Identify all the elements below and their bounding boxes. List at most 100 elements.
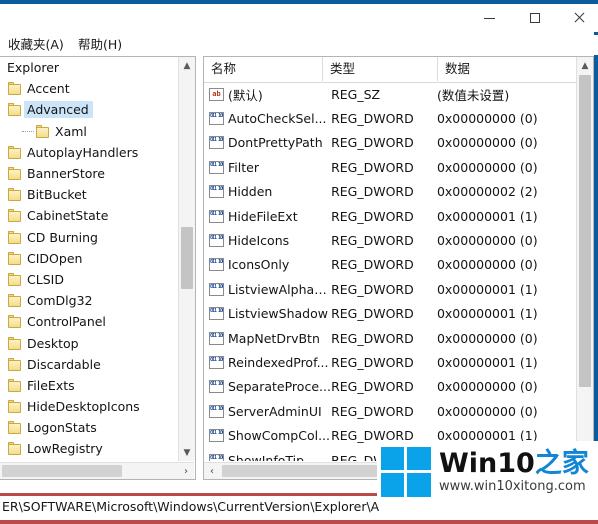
tree-item-cidopen[interactable]: CIDOpen [0,248,178,269]
value-row[interactable]: ab (默认) REG_SZ (数值未设置) [204,82,575,106]
tree-item-label: Discardable [27,356,101,372]
tree-item-lowregistry[interactable]: LowRegistry [0,438,178,459]
menu-item-favorites[interactable]: 收藏夹(A) [8,35,64,55]
value-name: Filter [228,159,259,175]
value-data: (数值未设置) [436,87,510,103]
values-scrollbar-thumb[interactable] [579,75,591,387]
value-data: 0x00000000 (0) [436,111,538,127]
tree-item-fileexts[interactable]: FileExts [0,375,178,396]
column-header-type[interactable]: 类型 [323,57,438,81]
tree-item-menuorder[interactable]: MenuOrder [0,460,178,461]
close-button[interactable] [556,4,598,32]
value-data: 0x00000001 (1) [436,354,538,370]
value-row[interactable]: 011 100 Hidden REG_DWORD 0x00000002 (2) [204,180,575,204]
tree-item-label: LogonStats [27,420,97,436]
maximize-icon [530,13,540,23]
value-row[interactable]: 011 100 HideIcons REG_DWORD 0x00000000 (0) [204,228,575,252]
folder-icon [8,400,22,414]
value-type: REG_DWORD [331,306,414,322]
value-row[interactable]: 011 100 ListviewShadow REG_DWORD 0x00000001… [204,302,575,326]
values-scroll-up-button[interactable]: ▲ [577,57,593,74]
tree-item-accent[interactable]: Accent [0,78,178,99]
value-row[interactable]: 011 100 IconsOnly REG_DWORD 0x00000000 (0) [204,253,575,277]
value-row[interactable]: 011 100 ListviewAlphaS... REG_DWORD 0x00000… [204,277,575,301]
tree-item-desktop[interactable]: Desktop [0,332,178,353]
value-data: 0x00000000 (0) [436,135,538,151]
value-name: DontPrettyPath [228,135,323,151]
tree-item-discardable[interactable]: Discardable [0,354,178,375]
dword-value-icon: 011 100 [209,185,224,199]
tree-item-clsid[interactable]: CLSID [0,269,178,290]
value-row[interactable]: 011 100 DontPrettyPath REG_DWORD 0x00000000… [204,131,575,155]
tree-item-bannerstore[interactable]: BannerStore [0,163,178,184]
tree-hscrollbar-thumb[interactable] [2,465,122,477]
column-header-name[interactable]: 名称 [204,57,323,81]
value-row[interactable]: 011 100 MapNetDrvBtn REG_DWORD 0x00000000 (… [204,326,575,350]
tree-item-xaml[interactable]: Xaml [0,121,178,142]
value-row[interactable]: 011 100 AutoCheckSel... REG_DWORD 0x0000000… [204,106,575,130]
tree-item-bitbucket[interactable]: BitBucket [0,184,178,205]
column-header-data[interactable]: 数据 [438,57,593,81]
value-name: IconsOnly [228,257,290,273]
value-type: REG_DWORD [331,135,414,151]
dword-value-icon: 011 100 [209,258,224,272]
watermark-title-cn: 之家 [534,448,589,479]
value-name: ShowCompCol... [228,428,330,444]
folder-icon [8,421,22,435]
tree-scrollbar-thumb[interactable] [181,227,193,289]
values-list[interactable]: ab (默认) REG_SZ (数值未设置) 011 100 AutoCheckSel..… [204,82,575,461]
value-data: 0x00000002 (2) [436,184,538,200]
value-name: ServerAdminUI [228,403,322,419]
value-type: REG_DWORD [331,330,414,346]
value-type: REG_DWORD [331,184,414,200]
value-row[interactable]: 011 100 ServerAdminUI REG_DWORD 0x00000000 … [204,399,575,423]
dword-value-icon: 011 100 [209,234,224,248]
folder-icon [8,145,22,159]
value-row[interactable]: 011 100 Filter REG_DWORD 0x00000000 (0) [204,155,575,179]
values-vertical-scrollbar[interactable]: ▲ [576,57,593,461]
value-row[interactable]: 011 100 ReindexedProf... REG_DWORD 0x000000… [204,350,575,374]
tree-vertical-scrollbar[interactable]: ▲ ▼ [178,57,195,461]
folder-icon [8,82,22,96]
tree-connector-line [22,130,34,132]
registry-tree[interactable]: Explorer Accent Advanced Xaml AutoplayHandle… [0,57,178,461]
tree-item-logonstats[interactable]: LogonStats [0,417,178,438]
tree-horizontal-scrollbar[interactable]: › [0,462,194,479]
tree-item-label: CIDOpen [27,250,83,266]
tree-scroll-right-button[interactable]: › [178,463,194,479]
title-bar [0,4,598,32]
values-scroll-left-button[interactable]: ‹ [204,463,220,479]
tree-item-controlpanel[interactable]: ControlPanel [0,311,178,332]
value-name: MapNetDrvBtn [228,330,320,346]
value-name: AutoCheckSel... [228,111,327,127]
tree-item-comdlg32[interactable]: ComDlg32 [0,290,178,311]
tree-item-autoplayhandlers[interactable]: AutoplayHandlers [0,142,178,163]
tree-item-label: Xaml [55,123,87,139]
tree-item-cabinetstate[interactable]: CabinetState [0,205,178,226]
folder-icon [8,336,22,350]
folder-icon [8,209,22,223]
value-data: 0x00000000 (0) [436,379,538,395]
value-name: HideIcons [228,233,290,249]
dword-value-icon: 011 100 [209,380,224,394]
folder-icon [8,272,22,286]
values-column-header: 名称 类型 数据 [204,57,593,83]
registry-tree-panel: Explorer Accent Advanced Xaml AutoplayHandle… [0,56,196,480]
value-data: 0x00000000 (0) [436,403,538,419]
tree-item-explorer[interactable]: Explorer [0,57,178,78]
window-accent-right-border [594,0,598,500]
value-row[interactable]: 011 100 SeparateProce... REG_DWORD 0x000000… [204,375,575,399]
value-data: 0x00000001 (1) [436,208,538,224]
menu-item-help[interactable]: 帮助(H) [78,35,122,55]
tree-item-advanced[interactable]: Advanced [0,99,178,120]
tree-item-label: CD Burning [27,229,98,245]
tree-item-hidedesktopicons[interactable]: HideDesktopIcons [0,396,178,417]
minimize-button[interactable] [466,4,512,32]
value-row[interactable]: 011 100 HideFileExt REG_DWORD 0x00000001 (1… [204,204,575,228]
tree-item-label: ComDlg32 [27,293,93,309]
tree-scroll-up-button[interactable]: ▲ [179,57,195,74]
maximize-button[interactable] [512,4,558,32]
tree-item-cd-burning[interactable]: CD Burning [0,227,178,248]
dword-value-icon: 011 100 [209,136,224,150]
tree-scroll-down-button[interactable]: ▼ [179,444,195,461]
